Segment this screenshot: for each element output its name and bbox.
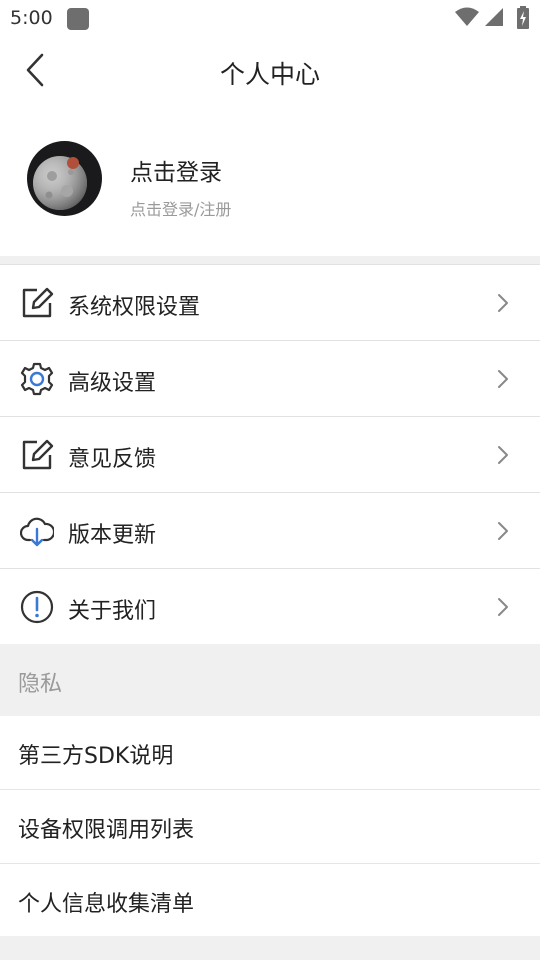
privacy-list: 第三方SDK说明 设备权限调用列表 个人信息收集清单 <box>0 716 540 938</box>
settings-menu: 系统权限设置 高级设置 意见反馈 版本更新 关于我们 <box>0 264 540 644</box>
menu-item-feedback[interactable]: 意见反馈 <box>0 416 540 492</box>
chevron-right-icon <box>498 446 508 464</box>
edit-icon <box>22 439 54 470</box>
cloud-download-icon <box>20 517 54 547</box>
profile-login-card[interactable]: 点击登录 点击登录/注册 <box>0 106 540 256</box>
privacy-item-label: 设备权限调用列表 <box>18 818 195 843</box>
chevron-right-icon <box>498 598 508 616</box>
menu-item-version-update[interactable]: 版本更新 <box>0 492 540 568</box>
login-register-hint: 点击登录/注册 <box>130 200 232 219</box>
section-divider <box>0 256 540 264</box>
page-title: 个人中心 <box>219 60 320 89</box>
chevron-right-icon <box>498 370 508 388</box>
section-header-label: 隐私 <box>18 672 63 697</box>
privacy-item-label: 个人信息收集清单 <box>18 892 195 917</box>
cell-signal-icon <box>485 8 503 26</box>
menu-item-label: 系统权限设置 <box>68 295 201 320</box>
menu-item-label: 关于我们 <box>68 599 157 624</box>
info-icon <box>20 590 54 624</box>
chevron-right-icon <box>498 294 508 312</box>
nav-bar: 个人中心 <box>0 36 540 106</box>
menu-item-label: 意见反馈 <box>68 447 157 472</box>
privacy-item-label: 第三方SDK说明 <box>18 744 174 769</box>
gear-icon <box>20 362 54 396</box>
status-time: 5:00 <box>10 7 53 29</box>
menu-item-advanced-settings[interactable]: 高级设置 <box>0 340 540 416</box>
moon-avatar-image <box>27 141 102 216</box>
wifi-icon <box>455 7 479 26</box>
menu-item-label: 版本更新 <box>68 523 157 548</box>
privacy-section-header: 隐私 <box>0 644 540 716</box>
login-prompt[interactable]: 点击登录 <box>130 153 222 187</box>
avatar[interactable] <box>27 141 102 216</box>
edit-icon <box>22 287 54 318</box>
menu-item-system-permissions[interactable]: 系统权限设置 <box>0 264 540 340</box>
privacy-item-third-party-sdk[interactable]: 第三方SDK说明 <box>0 716 540 790</box>
bottom-spacer <box>0 936 540 960</box>
privacy-item-device-permissions[interactable]: 设备权限调用列表 <box>0 790 540 864</box>
battery-charging-icon <box>517 6 529 29</box>
menu-item-label: 高级设置 <box>68 371 157 396</box>
app-notification-icon <box>67 8 89 30</box>
chevron-right-icon <box>498 522 508 540</box>
privacy-item-personal-info-list[interactable]: 个人信息收集清单 <box>0 864 540 938</box>
menu-item-about-us[interactable]: 关于我们 <box>0 568 540 644</box>
status-bar: 5:00 <box>0 0 540 36</box>
